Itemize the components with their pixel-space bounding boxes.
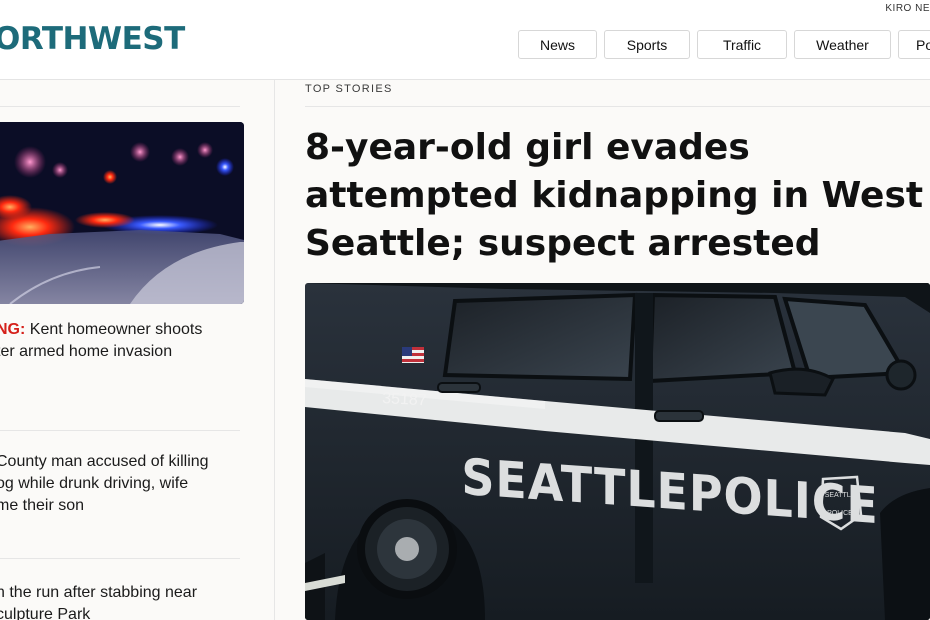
station-label[interactable]: KIRO NE bbox=[885, 3, 930, 14]
unit-number: 35187 bbox=[382, 390, 427, 409]
divider bbox=[305, 106, 930, 107]
main-nav: News Sports Traffic Weather Po bbox=[518, 30, 930, 59]
police-suv-image: 35187 SEATTLEPOLICE SEATTLE POLICE bbox=[305, 283, 930, 620]
story-link-county[interactable]: County man accused of killing og while d… bbox=[0, 451, 241, 517]
divider bbox=[0, 430, 240, 431]
site-logo[interactable]: ORTHWEST bbox=[0, 21, 185, 57]
badge-line-1: SEATTLE bbox=[825, 492, 856, 499]
top-stories: TOP STORIES 8-year-old girl evades attem… bbox=[305, 80, 930, 620]
badge-line-2: POLICE bbox=[827, 510, 853, 517]
story-thumbnail[interactable] bbox=[0, 122, 244, 304]
story-link-kent[interactable]: NG: Kent homeowner shoots ter armed home… bbox=[0, 319, 241, 363]
police-lights-image bbox=[0, 122, 244, 304]
section-label: TOP STORIES bbox=[305, 83, 393, 95]
site-header: KIRO NE ORTHWEST News Sports Traffic Wea… bbox=[0, 0, 930, 80]
nav-news[interactable]: News bbox=[518, 30, 597, 59]
lead-story-image[interactable]: 35187 SEATTLEPOLICE SEATTLE POLICE bbox=[305, 283, 930, 620]
nav-weather[interactable]: Weather bbox=[794, 30, 891, 59]
divider bbox=[0, 558, 240, 559]
lead-headline[interactable]: 8-year-old girl evades attempted kidnapp… bbox=[305, 124, 930, 268]
divider bbox=[0, 106, 240, 107]
nav-politics[interactable]: Po bbox=[898, 30, 930, 59]
breaking-tag: NG: bbox=[0, 321, 26, 338]
nav-sports[interactable]: Sports bbox=[604, 30, 690, 59]
nav-traffic[interactable]: Traffic bbox=[697, 30, 787, 59]
story-link-stabbing[interactable]: n the run after stabbing near culpture P… bbox=[0, 582, 241, 620]
sidebar-stories: NG: Kent homeowner shoots ter armed home… bbox=[0, 80, 275, 620]
story-headline: Kent homeowner shoots ter armed home inv… bbox=[0, 321, 203, 360]
